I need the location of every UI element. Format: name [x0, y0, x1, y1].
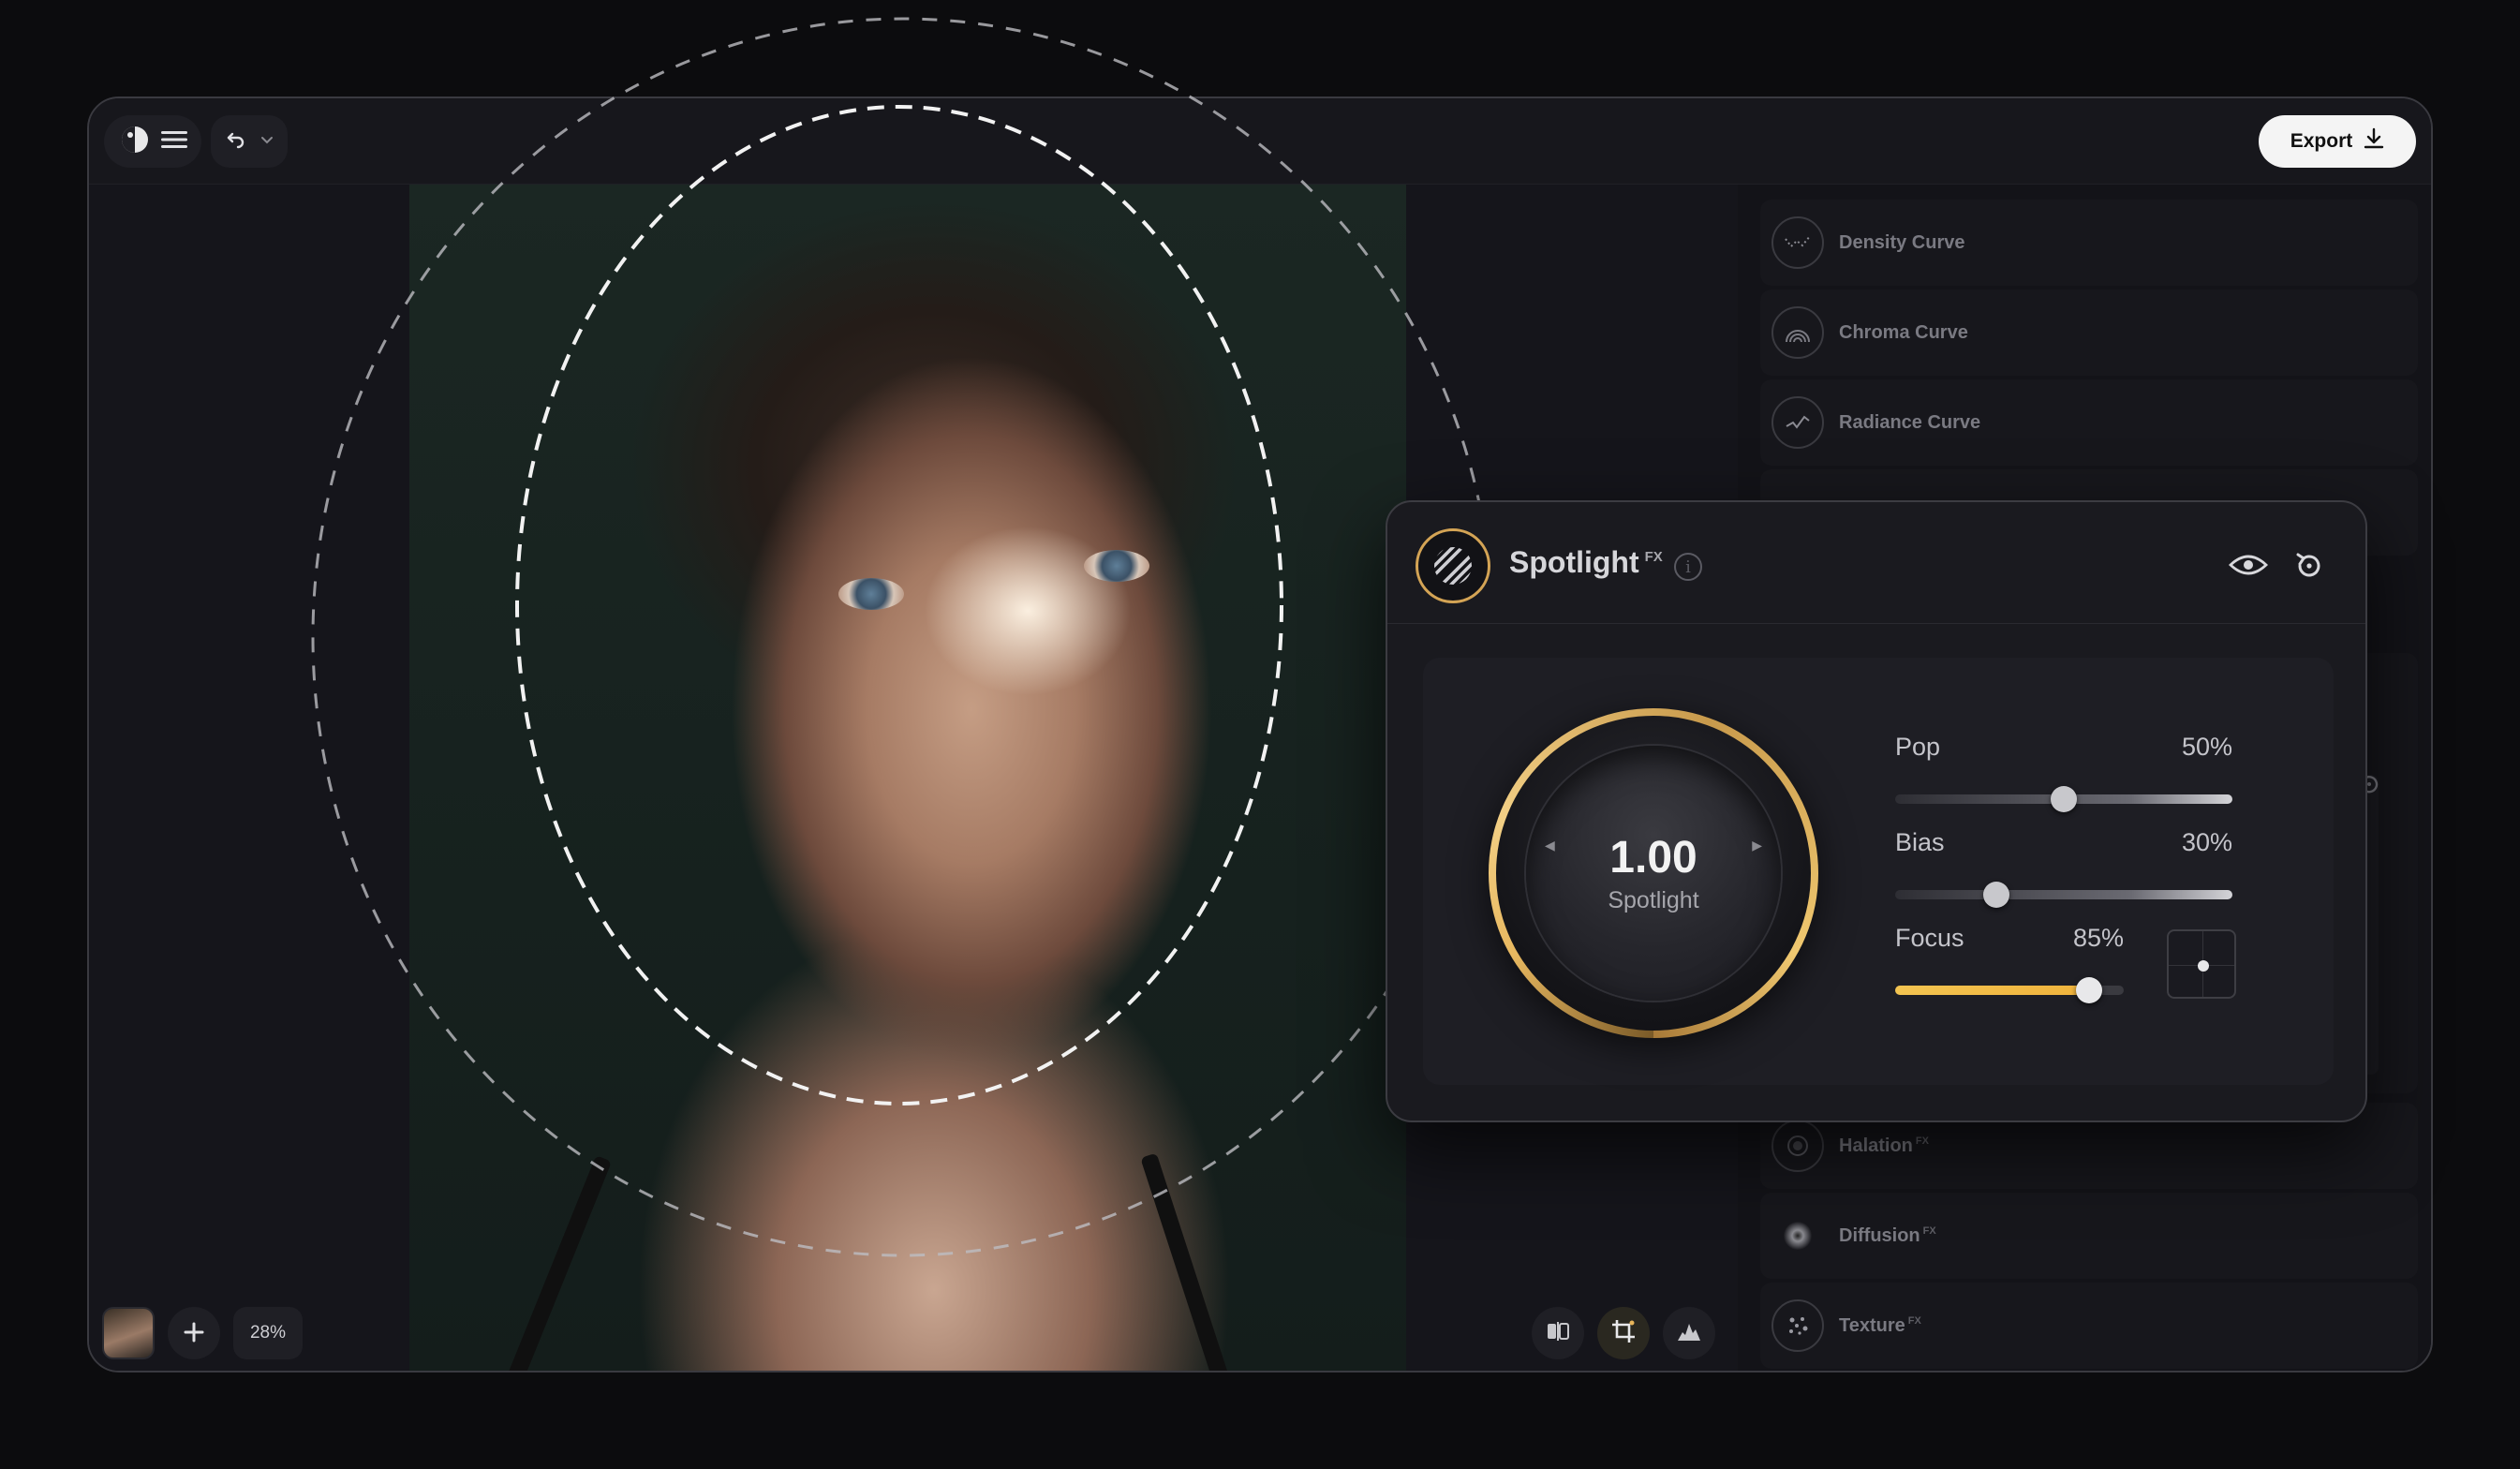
- slider-track[interactable]: [1895, 977, 2124, 1003]
- adjustment-density-curve[interactable]: Density Curve: [1760, 200, 2418, 286]
- app-logo-icon: [119, 124, 151, 160]
- adjustment-chroma-curve[interactable]: Chroma Curve: [1760, 289, 2418, 376]
- slider-label: Bias: [1895, 828, 1945, 856]
- slider-value: 30%: [2181, 828, 2232, 856]
- spotlight-logo-icon: [1416, 528, 1490, 603]
- histogram-button[interactable]: [1663, 1307, 1715, 1359]
- compare-icon: [1547, 1321, 1569, 1345]
- knob-face: ◀ 1.00 Spotlight ▶: [1526, 746, 1781, 1001]
- compare-button[interactable]: [1532, 1307, 1584, 1359]
- app-menu-button[interactable]: [104, 115, 201, 168]
- adjustment-label: Density Curve: [1839, 231, 1965, 253]
- export-label: Export: [2290, 130, 2353, 152]
- undo-icon[interactable]: [226, 129, 246, 155]
- panel-title: Spotlight FX: [1509, 545, 1663, 579]
- image-thumbnail[interactable]: [102, 1307, 155, 1359]
- slider-label: Focus: [1895, 924, 1964, 952]
- adjustment-label: Halation FX: [1839, 1135, 1929, 1156]
- export-button[interactable]: Export: [2259, 115, 2416, 168]
- eye-icon[interactable]: [2228, 551, 2269, 584]
- adjustment-label: Chroma Curve: [1839, 321, 1968, 343]
- slider-value: 50%: [2181, 733, 2232, 761]
- chevron-down-icon[interactable]: [260, 133, 274, 150]
- halation-icon: [1771, 1120, 1824, 1172]
- spotlight-controls: ◀ 1.00 Spotlight ▶ Pop 50% Bias 30% Focu…: [1423, 658, 2334, 1085]
- knob-label: Spotlight: [1608, 887, 1699, 913]
- canvas-view-tools: [1532, 1307, 1715, 1359]
- slider-thumb[interactable]: [2051, 786, 2077, 812]
- right-eye: [1084, 550, 1149, 582]
- left-strap: [504, 1155, 613, 1371]
- download-icon: [2364, 127, 2384, 156]
- zoom-level[interactable]: 28%: [233, 1307, 303, 1359]
- left-eye: [838, 578, 904, 610]
- slider-track[interactable]: [1895, 786, 2232, 812]
- focus-position-pad[interactable]: [2167, 929, 2236, 999]
- adjustment-label: Radiance Curve: [1839, 411, 1981, 433]
- knob-value: 1.00: [1609, 833, 1697, 883]
- slider-fill: [1895, 986, 2090, 995]
- plus-icon: [183, 1315, 205, 1352]
- adjustment-radiance-curve[interactable]: Radiance Curve: [1760, 379, 2418, 466]
- adjustment-label: Texture FX: [1839, 1314, 1921, 1336]
- slider-thumb[interactable]: [2076, 977, 2103, 1003]
- knob-bezel: ◀ 1.00 Spotlight ▶: [1496, 716, 1811, 1031]
- adjustment-label: Diffusion FX: [1839, 1224, 1936, 1246]
- crop-button[interactable]: [1597, 1307, 1650, 1359]
- adjustment-texture[interactable]: Texture FX: [1760, 1283, 2418, 1369]
- menu-icon: [160, 129, 187, 155]
- histogram-icon: [1677, 1321, 1701, 1346]
- diffusion-icon: [1771, 1209, 1824, 1262]
- slider-label: Pop: [1895, 733, 1941, 761]
- slider-value: 85%: [2072, 924, 2124, 952]
- knob-decrement-icon[interactable]: ◀: [1545, 838, 1555, 853]
- radiance-curve-icon: [1771, 396, 1824, 449]
- adjustment-diffusion[interactable]: Diffusion FX: [1760, 1193, 2418, 1279]
- spotlight-amount-knob[interactable]: ◀ 1.00 Spotlight ▶: [1489, 708, 1818, 1038]
- spotlight-panel-header: Spotlight FX i: [1387, 502, 2365, 624]
- texture-icon: [1771, 1299, 1824, 1352]
- slider-track[interactable]: [1895, 882, 2232, 908]
- crop-icon: [1611, 1319, 1636, 1348]
- info-icon[interactable]: i: [1674, 553, 1702, 581]
- portrait-photo: [409, 185, 1406, 1371]
- spotlight-fx-panel: Spotlight FX i ◀ 1.00 Spotlight ▶ Pop 50%: [1386, 500, 2367, 1122]
- undo-history-control[interactable]: [211, 115, 288, 168]
- add-image-button[interactable]: [168, 1307, 220, 1359]
- knob-increment-icon[interactable]: ▶: [1752, 838, 1762, 853]
- top-bar: Export: [89, 98, 2431, 185]
- reset-icon[interactable]: [2292, 549, 2326, 587]
- right-strap: [1140, 1152, 1232, 1371]
- chroma-curve-icon: [1771, 306, 1824, 359]
- canvas-bottom-left-controls: 28%: [102, 1307, 303, 1359]
- density-curve-icon: [1771, 216, 1824, 269]
- slider-thumb[interactable]: [1983, 882, 2009, 908]
- focus-point-handle[interactable]: [2198, 960, 2209, 972]
